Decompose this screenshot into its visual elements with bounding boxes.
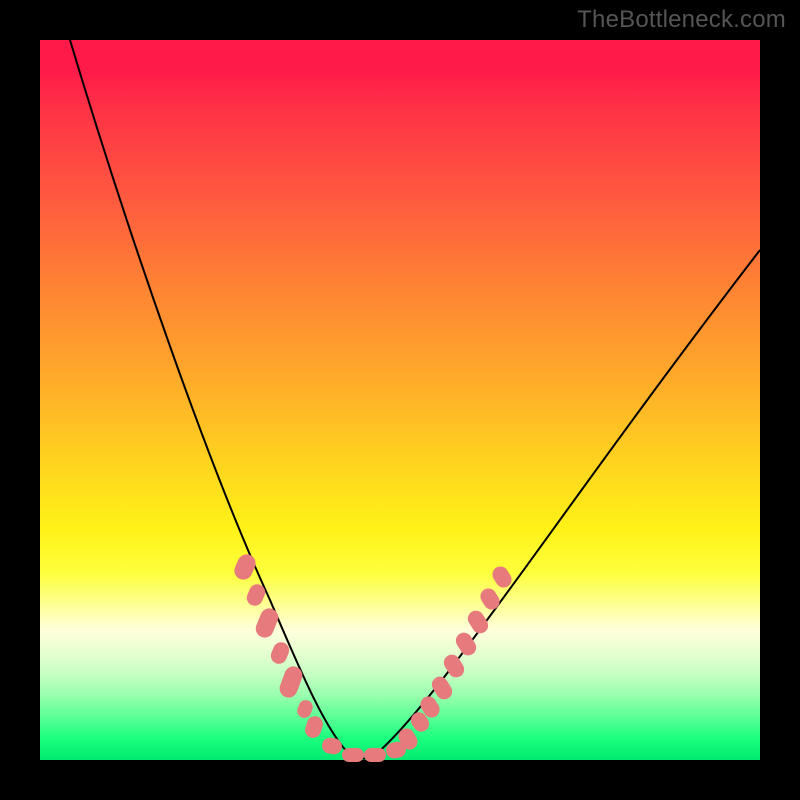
chart-frame: TheBottleneck.com [0,0,800,800]
bottleneck-curve [70,40,760,759]
plot-area [40,40,760,760]
pink-segment-right [396,563,515,752]
watermark-text: TheBottleneck.com [577,6,786,34]
curve-layer [40,40,760,760]
pink-segment-left [231,551,325,739]
